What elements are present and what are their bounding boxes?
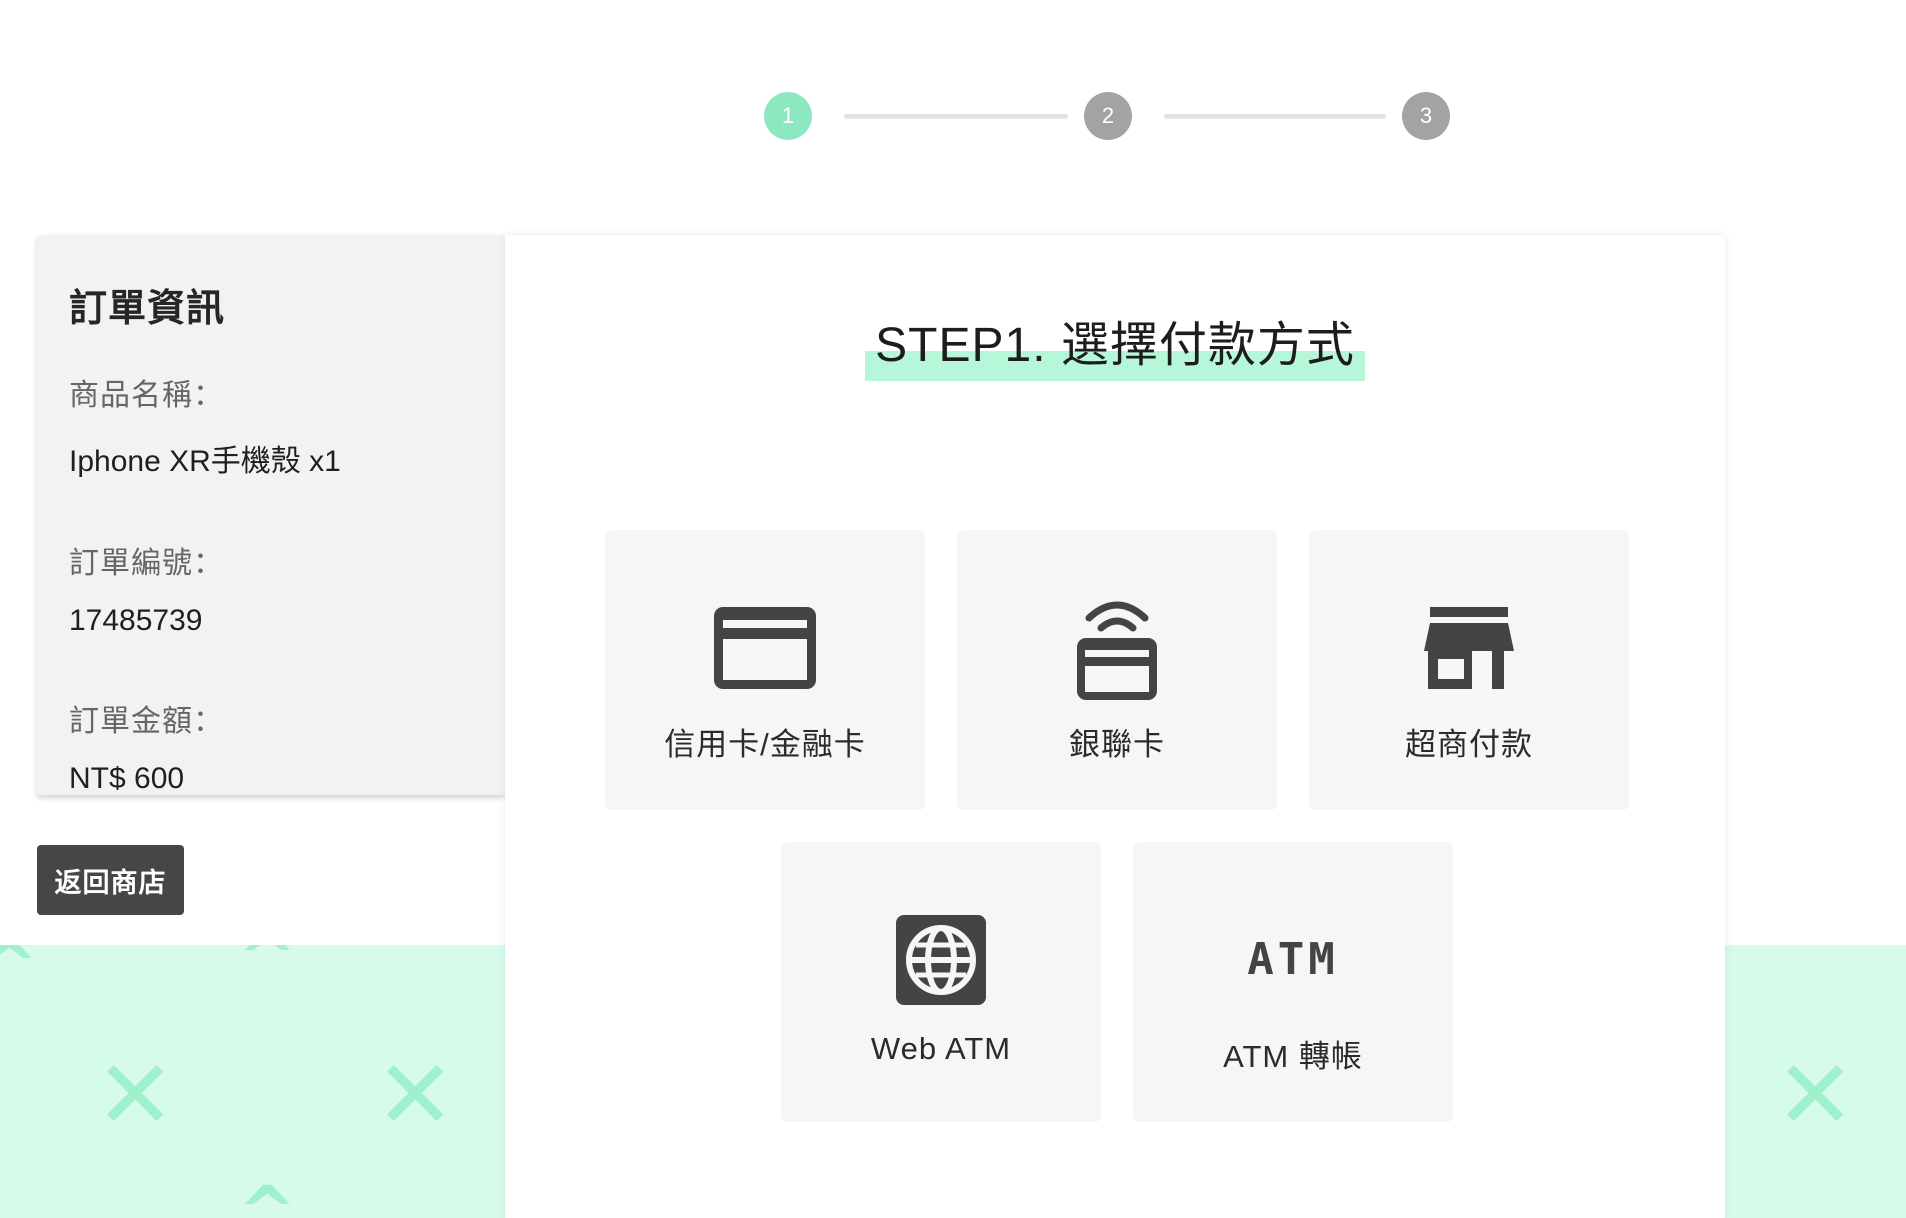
payment-option-label: 銀聯卡 [1069,727,1165,762]
order-info-title: 訂單資訊 [69,288,226,330]
atm-text-icon: ATM [1247,912,1338,1007]
progress-stepper: 1 2 3 [0,0,1906,160]
back-to-store-button[interactable]: 返回商店 [37,845,184,915]
pattern-chevron-icon: ^ [0,945,39,1007]
step-2-indicator: 2 [1084,92,1132,140]
payment-option-credit-card[interactable]: 信用卡/金融卡 [605,530,925,810]
payment-option-label: 超商付款 [1405,727,1533,762]
globe-icon [896,912,986,1007]
unionpay-contactless-card-icon [1075,600,1159,700]
storefront-icon [1424,600,1514,695]
payment-option-convenience-store[interactable]: 超商付款 [1309,530,1629,810]
pattern-chevron-icon: ^ [238,945,297,999]
payment-option-atm-transfer[interactable]: ATM ATM 轉帳 [1133,842,1453,1122]
payment-option-label: 信用卡/金融卡 [664,727,866,762]
payment-option-unionpay[interactable]: 銀聯卡 [957,530,1277,810]
order-info-card: 訂單資訊 商品名稱： Iphone XR手機殼 x1 訂單編號： 1748573… [37,235,505,795]
payment-page: ^ ^ ✕ ✕ ✕ ^ 1 2 3 訂單資訊 商品名稱： Iphone XR手機… [0,0,1906,1218]
payment-option-web-atm[interactable]: Web ATM [781,842,1101,1122]
order-number-label: 訂單編號： [69,547,224,580]
step-connector [844,114,1068,119]
pattern-x-icon: ✕ [1775,1039,1856,1151]
step-1-indicator: 1 [764,92,812,140]
payment-method-panel: STEP1. 選擇付款方式 信用卡/金融卡 銀聯卡 超商付款 Web ATM A… [505,235,1725,1218]
step-title-text: STEP1. 選擇付款方式 [875,319,1355,372]
payment-option-label: ATM 轉帳 [1223,1039,1363,1074]
credit-card-icon [714,600,816,695]
step-3-indicator: 3 [1402,92,1450,140]
step-connector [1164,114,1386,119]
product-name-label: 商品名稱： [69,379,224,412]
order-amount-value: NT$ 600 [69,762,185,795]
pattern-x-icon: ✕ [95,1039,176,1151]
atm-icon-text: ATM [1247,934,1339,985]
payment-option-label: Web ATM [870,1031,1012,1066]
product-name-value: Iphone XR手機殼 x1 [69,445,341,478]
order-number-value: 17485739 [69,604,203,637]
order-amount-label: 訂單金額： [69,705,224,738]
pattern-chevron-icon: ^ [238,1171,297,1218]
step-title: STEP1. 選擇付款方式 [865,305,1365,381]
pattern-x-icon: ✕ [375,1039,456,1151]
